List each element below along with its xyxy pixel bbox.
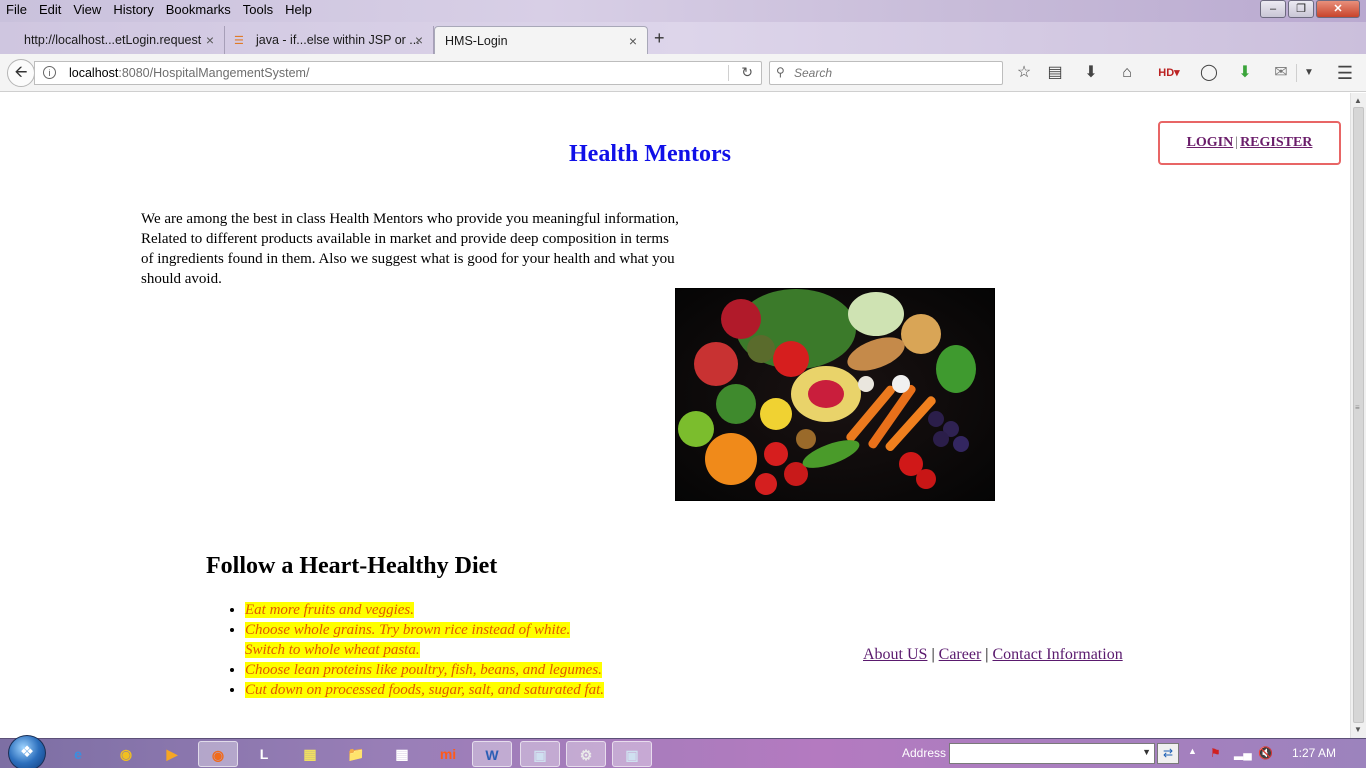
network-signal-icon[interactable]: ▂▄ (1234, 746, 1252, 760)
new-tab-plus-icon[interactable]: + (654, 28, 665, 49)
about-us-link[interactable]: About US (863, 646, 927, 663)
site-title: Health Mentors (569, 141, 731, 167)
list-item: Choose lean proteins like poultry, fish,… (245, 660, 604, 680)
lync-icon[interactable]: L (244, 741, 284, 767)
page-content: Health Mentors LOGIN | REGISTER We are amo… (0, 93, 1350, 738)
tray-expand-icon[interactable]: ▲ (1188, 746, 1197, 756)
media-player-icon[interactable]: ▶ (152, 741, 192, 767)
back-button[interactable]: 🡨 (7, 59, 35, 87)
tab-hms-login[interactable]: HMS-Login × (434, 26, 648, 54)
stackoverflow-icon: ☰ (234, 35, 244, 47)
url-divider (728, 65, 729, 81)
scroll-down-icon[interactable]: ▼ (1354, 725, 1362, 734)
home-icon[interactable]: ⌂ (1116, 62, 1138, 84)
chevron-down-icon[interactable]: ▼ (1142, 747, 1151, 757)
menu-bar: File Edit View History Bookmarks Tools H… (0, 2, 318, 18)
hamburger-menu-icon[interactable]: ☰ (1334, 62, 1356, 84)
address-toolbar-label: Address (902, 746, 947, 760)
window-title-bar: File Edit View History Bookmarks Tools H… (0, 0, 1366, 22)
vegetables-illustration (678, 289, 976, 495)
chevron-down-icon[interactable]: ▼ (1298, 62, 1320, 84)
reload-icon[interactable]: ↻ (741, 64, 753, 81)
login-link[interactable]: LOGIN (1187, 135, 1234, 150)
close-tab-icon[interactable]: × (206, 32, 214, 48)
window-controls: – ❐ ✕ (1260, 0, 1360, 18)
tab-label: java - if...else within JSP or ... (256, 33, 420, 47)
search-bar[interactable]: ⚲ (769, 61, 1003, 85)
close-tab-icon[interactable]: × (415, 32, 423, 48)
bookmark-star-icon[interactable]: ☆ (1013, 62, 1035, 84)
minimize-button[interactable]: – (1260, 0, 1286, 18)
register-link[interactable]: REGISTER (1240, 135, 1312, 150)
settings-gear-icon[interactable]: ⚙ (566, 741, 606, 767)
internet-explorer-icon[interactable]: e (58, 741, 98, 767)
menu-edit[interactable]: Edit (33, 2, 67, 18)
scroll-up-icon[interactable]: ▲ (1354, 96, 1362, 105)
start-button[interactable]: ❖ (8, 735, 46, 768)
contact-information-link[interactable]: Contact Information (993, 646, 1123, 663)
menu-file[interactable]: File (0, 2, 33, 18)
hd-extension-icon[interactable]: HD▾ (1152, 62, 1186, 84)
tab-java-jsp[interactable]: ☰ java - if...else within JSP or ... × (226, 26, 434, 54)
window-app-icon[interactable]: ▣ (520, 741, 560, 767)
firefox-icon[interactable]: ◉ (198, 741, 238, 767)
address-go-button[interactable]: ⇄ (1157, 743, 1179, 764)
scrollbar-grip-icon: ≡ (1355, 403, 1360, 412)
url-text[interactable]: localhost:8080/HospitalMangementSystem/ (69, 66, 309, 80)
tab-label: HMS-Login (445, 34, 508, 48)
word-icon[interactable]: W (472, 741, 512, 767)
list-item: Eat more fruits and veggies. (245, 600, 604, 620)
action-center-flag-icon[interactable]: ⚑ (1210, 746, 1221, 760)
maximize-button[interactable]: ❐ (1288, 0, 1314, 18)
tab-label: http://localhost...etLogin.request (24, 33, 202, 47)
chrome-icon[interactable]: ◉ (106, 741, 146, 767)
file-explorer-icon[interactable]: 📁 (336, 741, 376, 767)
menu-bookmarks[interactable]: Bookmarks (160, 2, 237, 18)
url-bar[interactable]: i localhost:8080/HospitalMangementSystem… (34, 61, 762, 85)
reading-list-icon[interactable]: ▤ (1044, 62, 1066, 84)
sticky-notes-icon[interactable]: ▦ (290, 741, 330, 767)
menu-view[interactable]: View (67, 2, 107, 18)
search-input[interactable] (794, 65, 994, 81)
footer-separator: | (985, 646, 989, 663)
toolbar-divider (1296, 64, 1297, 82)
extension-icon[interactable]: ✉ (1270, 62, 1292, 84)
page-scrollbar[interactable]: ▲ ≡ ▼ (1350, 93, 1366, 738)
pocket-icon[interactable]: ◯ (1198, 62, 1220, 84)
auth-box: LOGIN | REGISTER (1158, 121, 1341, 165)
scrollbar-thumb[interactable] (1353, 107, 1364, 723)
volume-muted-icon[interactable]: 🔇 (1258, 746, 1273, 760)
list-item: Choose whole grains. Try brown rice inst… (245, 620, 604, 660)
intro-paragraph: We are among the best in class Health Me… (141, 211, 679, 287)
career-link[interactable]: Career (939, 646, 982, 663)
taskbar-clock[interactable]: 1:27 AM (1292, 746, 1336, 760)
footer-separator: | (931, 646, 935, 663)
navigation-toolbar: 🡨 i localhost:8080/HospitalMangementSyst… (0, 54, 1366, 92)
calculator-icon[interactable]: ▦ (382, 741, 422, 767)
vegetables-image (675, 288, 995, 501)
taskbar-address-input[interactable]: ▼ (949, 743, 1155, 764)
menu-help[interactable]: Help (279, 2, 318, 18)
screenshot-app-icon[interactable]: ▣ (612, 741, 652, 767)
footer-links: About US | Career | Contact Information (863, 646, 1123, 664)
menu-history[interactable]: History (107, 2, 159, 18)
diet-list: Eat more fruits and veggies. Choose whol… (245, 600, 605, 700)
close-tab-icon[interactable]: × (629, 33, 637, 49)
diet-heading: Follow a Heart-Healthy Diet (206, 553, 498, 579)
menu-tools[interactable]: Tools (237, 2, 279, 18)
mi-icon[interactable]: mi (428, 741, 468, 767)
downloads-icon[interactable]: ⬇ (1080, 62, 1102, 84)
info-icon[interactable]: i (43, 66, 56, 79)
close-window-button[interactable]: ✕ (1316, 0, 1360, 18)
tab-localhost-login[interactable]: http://localhost...etLogin.request × (0, 26, 225, 54)
tab-strip: http://localhost...etLogin.request × ☰ j… (0, 22, 1366, 54)
list-item: Cut down on processed foods, sugar, salt… (245, 680, 605, 700)
search-icon: ⚲ (776, 65, 785, 79)
download-helper-icon[interactable]: ⬇ (1234, 62, 1256, 84)
windows-taskbar: ❖ e ◉ ▶ ◉ L ▦ 📁 ▦ mi W ▣ ⚙ ▣ Address ▼ ⇄… (0, 735, 1366, 768)
